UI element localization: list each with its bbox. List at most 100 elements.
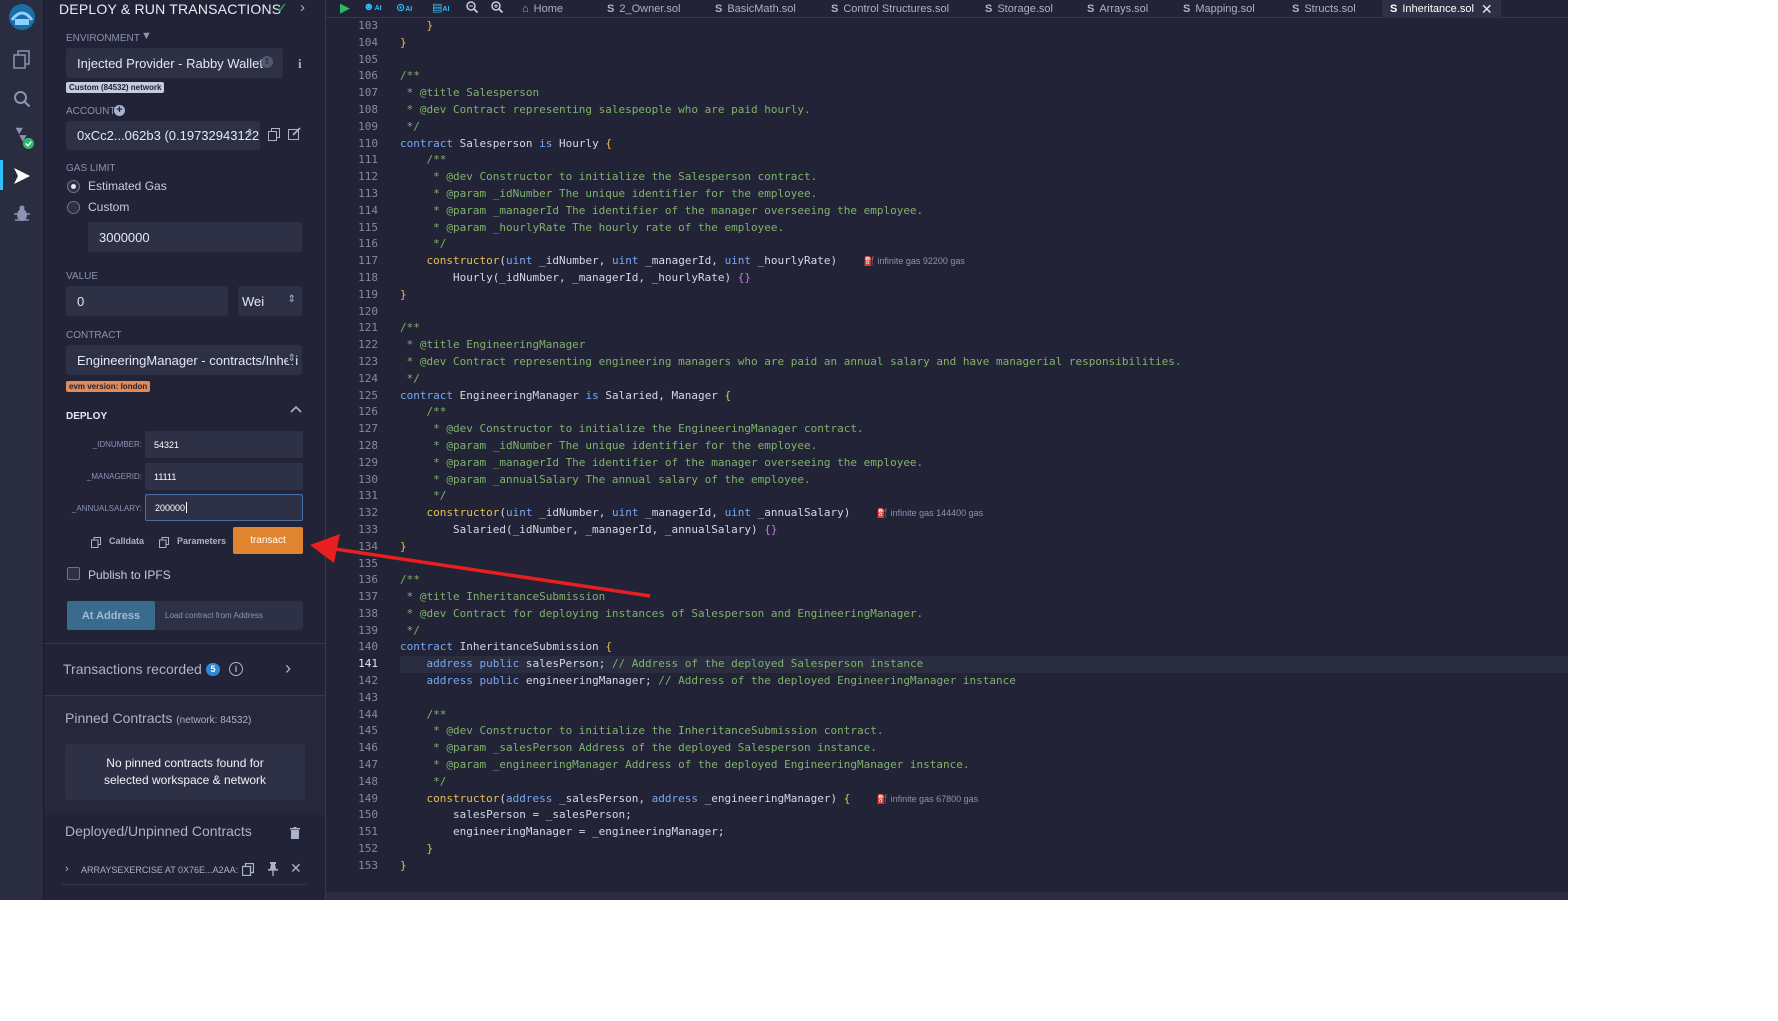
calldata-button[interactable]: Calldata — [109, 536, 144, 546]
code-line[interactable]: Hourly(_idNumber, _managerId, _hourlyRat… — [400, 270, 1568, 287]
close-icon[interactable]: ✕ — [290, 860, 302, 877]
idnumber-input[interactable]: 54321 — [145, 431, 303, 458]
tab-mapping[interactable]: S Mapping.sol — [1183, 0, 1255, 18]
tab-basicmath[interactable]: S BasicMath.sol — [715, 0, 796, 18]
chevron-right-icon[interactable]: › — [300, 0, 305, 16]
edit-icon[interactable] — [288, 127, 301, 145]
value-unit-select[interactable]: Wei ⇕ — [238, 286, 302, 316]
code-content[interactable]: }} /** * @title Salesperson * @dev Contra… — [400, 18, 1568, 875]
chevron-right-icon[interactable]: › — [285, 658, 291, 679]
deployed-contract-item[interactable]: ARRAYSEXERCISE AT 0X76E...A2AA: — [81, 865, 238, 875]
chevron-up-icon[interactable] — [290, 400, 302, 416]
contract-select[interactable]: EngineeringManager - contracts/Inheri ⇕ — [66, 345, 302, 375]
code-line[interactable]: /** — [400, 68, 1568, 85]
code-line[interactable]: * @dev Contract representing engineering… — [400, 354, 1568, 371]
copy-icon[interactable] — [241, 862, 255, 881]
chevron-right-icon[interactable]: › — [65, 863, 69, 875]
code-line[interactable]: * @param _hourlyRate The hourly rate of … — [400, 220, 1568, 237]
funnel-icon[interactable]: ▼ — [141, 30, 152, 42]
transactions-section[interactable]: Transactions recorded 5 i › — [44, 643, 325, 695]
copy-icon[interactable] — [268, 128, 280, 146]
code-line[interactable]: * @param _annualSalary The annual salary… — [400, 472, 1568, 489]
code-line[interactable]: * @param _idNumber The unique identifier… — [400, 186, 1568, 203]
tab-arrays[interactable]: S Arrays.sol — [1087, 0, 1148, 18]
managerid-input[interactable]: 11111 — [145, 463, 303, 490]
code-line[interactable]: * @dev Constructor to initialize the Inh… — [400, 723, 1568, 740]
calldata-copy-icon[interactable] — [91, 535, 101, 553]
gas-limit-input[interactable]: 3000000 — [88, 222, 302, 252]
solidity-compiler-icon[interactable] — [10, 125, 34, 149]
custom-gas-radio[interactable] — [67, 201, 80, 214]
code-line[interactable]: * @dev Contract representing salespeople… — [400, 102, 1568, 119]
tab-inheritance[interactable]: S Inheritance.sol ✕ — [1382, 0, 1501, 18]
code-line[interactable]: } — [400, 858, 1568, 875]
parameters-copy-icon[interactable] — [159, 535, 169, 553]
code-line[interactable]: * @param _managerId The identifier of th… — [400, 203, 1568, 220]
info-icon[interactable]: i — [229, 662, 243, 676]
code-line[interactable]: /** — [400, 152, 1568, 169]
code-line[interactable] — [400, 52, 1568, 69]
code-line[interactable]: address public salesPerson; // Address o… — [400, 656, 1568, 674]
info-icon[interactable]: i — [298, 56, 302, 72]
code-line[interactable]: */ — [400, 774, 1568, 791]
estimated-gas-radio[interactable] — [67, 180, 80, 193]
run-script-icon[interactable]: ▶ — [340, 0, 350, 16]
code-line[interactable] — [400, 304, 1568, 321]
code-line[interactable]: /** — [400, 707, 1568, 724]
code-line[interactable]: /** — [400, 404, 1568, 421]
trash-icon[interactable] — [290, 826, 300, 844]
code-line[interactable]: constructor(uint _idNumber, uint _manage… — [400, 505, 1568, 522]
code-line[interactable]: constructor(uint _idNumber, uint _manage… — [400, 253, 1568, 270]
code-line[interactable]: contract Salesperson is Hourly { — [400, 136, 1568, 153]
code-line[interactable]: */ — [400, 236, 1568, 253]
pin-icon[interactable] — [267, 862, 279, 881]
code-line[interactable]: contract EngineeringManager is Salaried,… — [400, 388, 1568, 405]
code-line[interactable]: constructor(address _salesPerson, addres… — [400, 791, 1568, 808]
value-input[interactable]: 0 — [66, 286, 228, 316]
file-explorer-icon[interactable] — [10, 48, 34, 72]
code-line[interactable]: * @param _managerId The identifier of th… — [400, 455, 1568, 472]
code-line[interactable]: */ — [400, 623, 1568, 640]
parameters-button[interactable]: Parameters — [177, 536, 226, 546]
debugger-icon[interactable] — [10, 202, 34, 226]
at-address-button[interactable]: At Address — [67, 601, 155, 630]
code-editor[interactable]: 103 104 105 106 107 108 109 110 111 112 113 114 115 1… — [326, 18, 1568, 900]
search-icon[interactable] — [10, 87, 34, 111]
code-line[interactable]: * @dev Contract for deploying instances … — [400, 606, 1568, 623]
code-line[interactable]: address public engineeringManager; // Ad… — [400, 673, 1568, 690]
account-select[interactable]: 0xCc2...062b3 (0.19732943122 ⇕ — [66, 121, 260, 150]
code-line[interactable]: engineeringManager = _engineeringManager… — [400, 824, 1568, 841]
code-line[interactable]: * @param _salesPerson Address of the dep… — [400, 740, 1568, 757]
tab-2-owner[interactable]: S 2_Owner.sol — [607, 0, 681, 18]
code-line[interactable]: * @dev Constructor to initialize the Sal… — [400, 169, 1568, 186]
zoom-in-icon[interactable] — [491, 0, 504, 18]
transact-button[interactable]: transact — [233, 527, 303, 554]
environment-select[interactable]: Injected Provider - Rabby Wallet ⇕ — [66, 48, 283, 78]
code-line[interactable]: * @param _idNumber The unique identifier… — [400, 438, 1568, 455]
code-line[interactable]: } — [400, 18, 1568, 35]
annualsalary-input[interactable]: 200000 — [145, 494, 303, 521]
code-line[interactable]: } — [400, 841, 1568, 858]
tab-storage[interactable]: S Storage.sol — [985, 0, 1053, 18]
code-line[interactable]: * @dev Constructor to initialize the Eng… — [400, 421, 1568, 438]
tab-structs[interactable]: S Structs.sol — [1292, 0, 1356, 18]
ai-docs-icon[interactable]: ▤AI — [432, 1, 449, 14]
code-line[interactable] — [400, 690, 1568, 707]
remix-logo-icon[interactable] — [6, 2, 38, 32]
code-line[interactable]: */ — [400, 119, 1568, 136]
add-account-icon[interactable]: + — [114, 105, 125, 116]
ipfs-checkbox[interactable] — [67, 567, 80, 580]
load-address-input[interactable]: Load contract from Address — [155, 601, 303, 630]
code-line[interactable]: /** — [400, 320, 1568, 337]
code-line[interactable]: * @param _engineeringManager Address of … — [400, 757, 1568, 774]
code-line[interactable]: contract InheritanceSubmission { — [400, 639, 1568, 656]
zoom-out-icon[interactable] — [466, 0, 479, 18]
code-line[interactable]: */ — [400, 371, 1568, 388]
code-line[interactable]: } — [400, 35, 1568, 52]
code-line[interactable]: */ — [400, 488, 1568, 505]
code-line[interactable]: salesPerson = _salesPerson; — [400, 807, 1568, 824]
code-line[interactable]: * @title EngineeringManager — [400, 337, 1568, 354]
ai-toggle-icon[interactable]: ⊙AI — [396, 1, 412, 14]
close-tab-icon[interactable]: ✕ — [1481, 1, 1493, 18]
ai-assistant-icon[interactable]: ☻AI — [363, 1, 382, 13]
